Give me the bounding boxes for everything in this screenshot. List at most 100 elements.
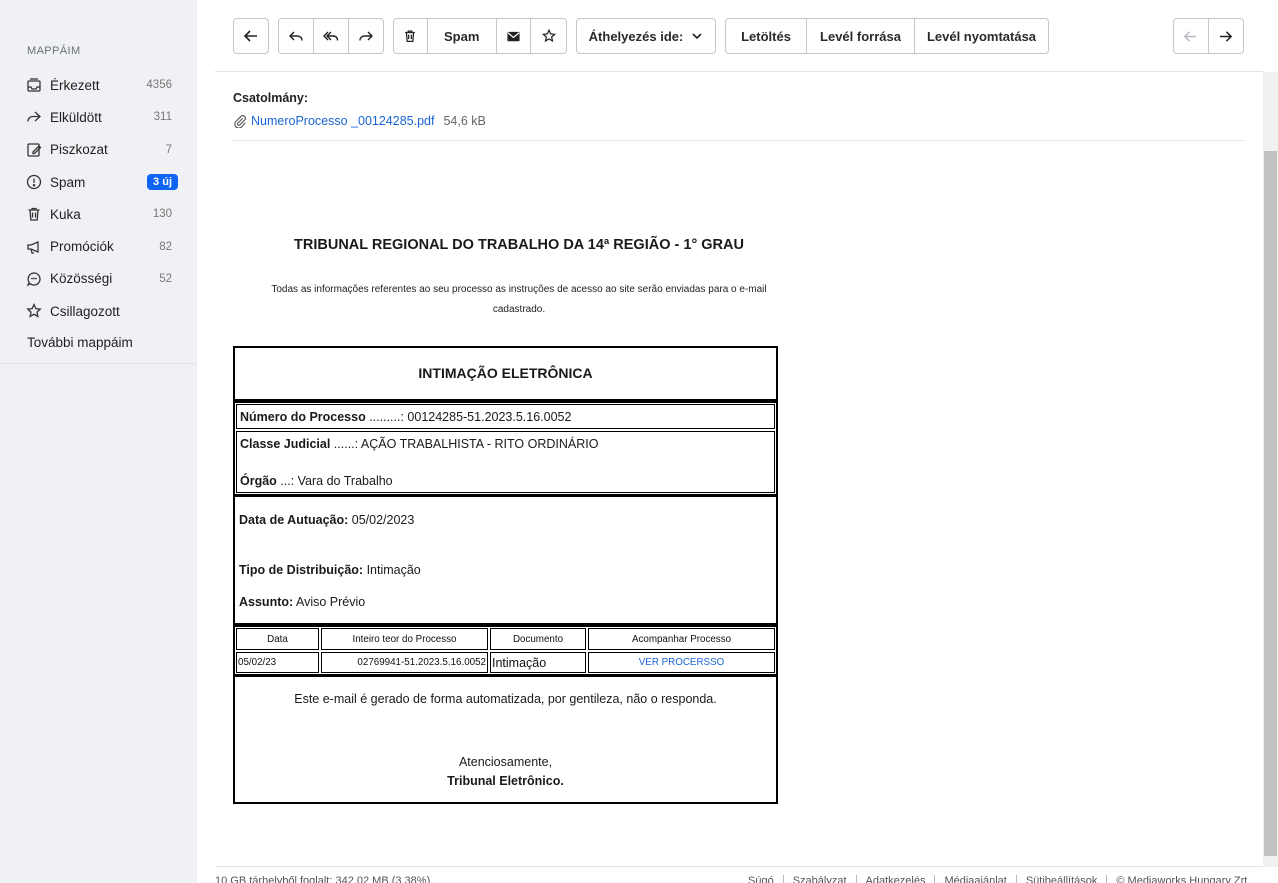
- class-line: Classe Judicial ......: AÇÃO TRABALHISTA…: [240, 437, 598, 451]
- sidebar-item-drafts[interactable]: Piszkozat 7: [0, 134, 197, 166]
- sidebar-item-trash[interactable]: Kuka 130: [0, 198, 197, 230]
- table-cell-follow: VER PROCERSSO: [588, 652, 775, 673]
- table-header: Acompanhar Processo: [588, 628, 775, 650]
- auto-message: Este e-mail é gerado de forma automatiza…: [294, 692, 717, 706]
- attachment-divider: [233, 140, 1245, 141]
- footer-link-help[interactable]: Súgó: [748, 875, 783, 883]
- forward-button[interactable]: [349, 19, 383, 53]
- sidebar-item-label: Közösségi: [50, 271, 113, 287]
- distribution-line: Tipo de Distribuição: Intimação: [239, 563, 421, 577]
- mark-unread-button[interactable]: [497, 19, 532, 53]
- folders-title: MAPPÁIM: [27, 45, 81, 57]
- table-cell-document: Intimação: [490, 652, 586, 673]
- print-button[interactable]: Levél nyomtatása: [915, 19, 1048, 53]
- spam-icon: [25, 173, 43, 191]
- table-header: Inteiro teor do Processo: [321, 628, 488, 650]
- footer-links: Súgó Szabályzat Adatkezelés Médiaajánlat…: [748, 875, 1259, 883]
- reply-all-button[interactable]: [314, 19, 349, 53]
- footer-divider: [215, 866, 1263, 867]
- footer-link-rules[interactable]: Szabályzat: [782, 875, 856, 883]
- reply-button[interactable]: [279, 19, 314, 53]
- sidebar-item-label: Érkezett: [50, 77, 100, 93]
- footer-link-media[interactable]: Médiaajánlat: [934, 875, 1015, 883]
- subject-line: Assunto: Aviso Prévio: [239, 595, 365, 609]
- back-button[interactable]: [233, 18, 269, 54]
- scrollbar-thumb[interactable]: [1264, 151, 1277, 856]
- sidebar-item-label: Piszkozat: [50, 142, 108, 158]
- delete-button[interactable]: [394, 19, 428, 53]
- attachment-row: NumeroProcesso _00124285.pdf 54,6 kB: [233, 114, 486, 128]
- draft-icon: [25, 141, 43, 159]
- folder-count: 311: [153, 111, 172, 124]
- footer-link-cookies[interactable]: Sütibeállítások: [1015, 875, 1107, 883]
- process-table: Data Inteiro teor do Processo Documento …: [233, 625, 778, 676]
- sent-icon: [25, 108, 43, 126]
- view-process-link[interactable]: VER PROCERSSO: [639, 657, 724, 668]
- star-button[interactable]: [531, 19, 566, 53]
- sidebar-item-label: Elküldött: [50, 109, 102, 125]
- folder-count: 130: [152, 208, 172, 221]
- class-label: Classe Judicial: [240, 437, 331, 451]
- organ-line: Órgão ...: Vara do Trabalho: [240, 474, 393, 488]
- sidebar-item-label: Kuka: [50, 206, 81, 222]
- distribution-value: Intimação: [363, 563, 421, 577]
- star-icon: [541, 28, 557, 44]
- table-cell-process: 02769941-51.2023.5.16.0052: [321, 652, 488, 673]
- sidebar-item-starred[interactable]: Csillagozott: [0, 295, 197, 327]
- subject-value: Aviso Prévio: [293, 595, 366, 609]
- paperclip-icon: [233, 114, 247, 128]
- notice-heading-box: INTIMAÇÃO ELETRÔNICA: [233, 346, 778, 401]
- chevron-down-icon: [691, 30, 703, 42]
- view-source-button[interactable]: Levél forrása: [807, 19, 915, 53]
- attachment-link[interactable]: NumeroProcesso _00124285.pdf: [251, 114, 434, 128]
- date-line: Data de Autuação: 05/02/2023: [239, 513, 414, 527]
- details-box: Data de Autuação: 05/02/2023 Tipo de Dis…: [233, 495, 778, 625]
- star-icon: [25, 302, 43, 320]
- email-heading: TRIBUNAL REGIONAL DO TRABALHO DA 14ª REG…: [294, 237, 744, 253]
- footer-link-privacy[interactable]: Adatkezelés: [855, 875, 935, 883]
- envelope-icon: [506, 29, 521, 44]
- next-message-button[interactable]: [1209, 19, 1244, 53]
- inbox-icon: [25, 76, 43, 94]
- notice-heading: INTIMAÇÃO ELETRÔNICA: [418, 365, 593, 381]
- chat-icon: [25, 270, 43, 288]
- spam-button[interactable]: Spam: [428, 19, 497, 53]
- message-tools-group: Letöltés Levél forrása Levél nyomtatása: [725, 18, 1049, 54]
- sidebar-item-social[interactable]: Közösségi 52: [0, 263, 197, 295]
- reply-all-icon: [323, 28, 339, 44]
- sidebar-item-promotions[interactable]: Promóciók 82: [0, 230, 197, 262]
- process-info-box: Número do Processo .........: 00124285-5…: [233, 401, 778, 496]
- table-cell-date: 05/02/23: [236, 652, 319, 673]
- previous-message-button[interactable]: [1174, 19, 1209, 53]
- sidebar-item-label: Spam: [50, 174, 86, 190]
- download-button[interactable]: Letöltés: [726, 19, 807, 53]
- distribution-label: Tipo de Distribuição:: [239, 563, 364, 577]
- sidebar-divider: [0, 363, 197, 364]
- move-to-dropdown[interactable]: Áthelyezés ide:: [576, 18, 716, 54]
- process-number-label: Número do Processo: [240, 410, 366, 424]
- trash-icon: [402, 28, 418, 44]
- sidebar-item-label: Csillagozott: [50, 303, 120, 319]
- sidebar-item-spam[interactable]: Spam 3 új: [0, 166, 197, 198]
- date-label: Data de Autuação:: [239, 513, 349, 527]
- arrow-right-icon: [1218, 29, 1233, 44]
- sidebar-item-sent[interactable]: Elküldött 311: [0, 101, 197, 133]
- action-button-group: Spam: [393, 18, 567, 54]
- sidebar-item-label: Promóciók: [50, 239, 114, 255]
- attachment-title: Csatolmány:: [233, 91, 309, 105]
- scrollbar[interactable]: [1263, 72, 1278, 867]
- sidebar: MAPPÁIM Érkezett 4356 Elküldött 311 Pisz…: [0, 0, 197, 883]
- folder-count: 52: [159, 272, 172, 285]
- attachment-size: 54,6 kB: [443, 114, 486, 128]
- folder-count: 82: [159, 240, 172, 253]
- process-number-line: Número do Processo .........: 00124285-5…: [240, 410, 571, 424]
- organ-label: Órgão: [240, 474, 277, 488]
- storage-quota: 10 GB tárhelyből foglalt: 342,02 MB (3,3…: [215, 875, 431, 883]
- more-folders-link[interactable]: További mappáim: [27, 335, 133, 350]
- sidebar-item-inbox[interactable]: Érkezett 4356: [0, 69, 197, 101]
- folder-count: 4356: [146, 79, 172, 92]
- organ-value: ...: Vara do Trabalho: [276, 474, 393, 488]
- table-header: Documento: [490, 628, 586, 650]
- move-to-label: Áthelyezés ide:: [588, 28, 684, 44]
- date-value: 05/02/2023: [348, 513, 415, 527]
